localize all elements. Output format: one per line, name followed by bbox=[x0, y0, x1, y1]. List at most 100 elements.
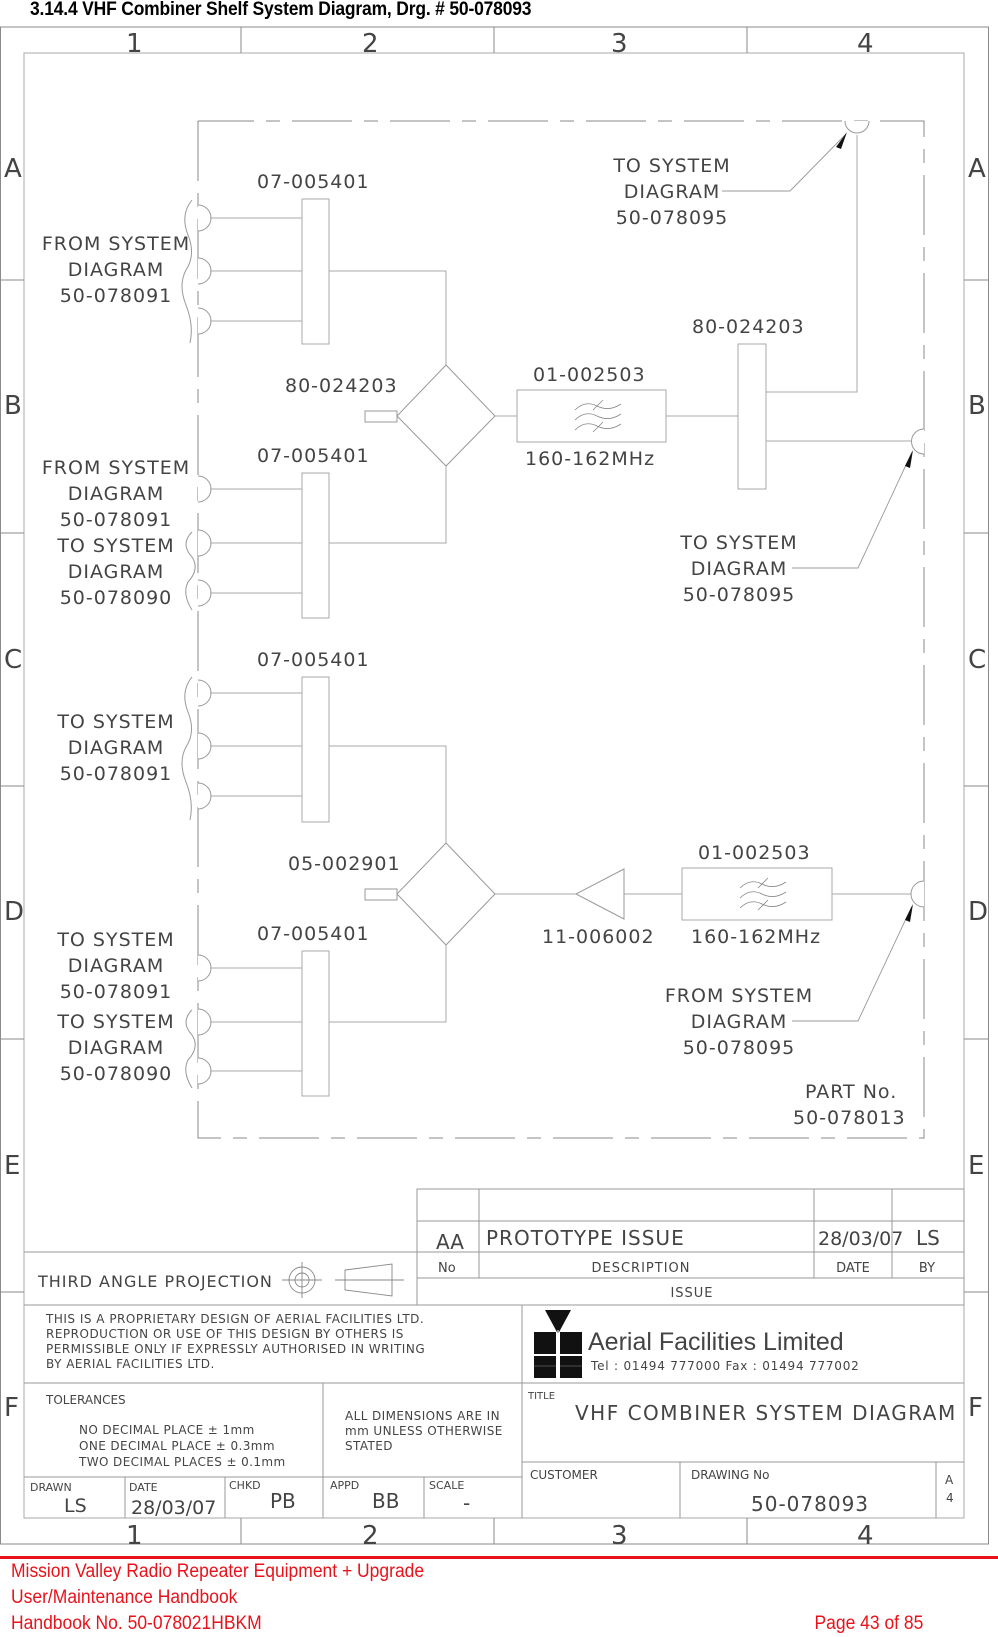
date-value: 28/03/07 bbox=[131, 1497, 216, 1519]
drawing-no-label: DRAWING No bbox=[691, 1468, 769, 1482]
tolerance-line: ONE DECIMAL PLACE ± 0.3mm bbox=[79, 1439, 275, 1453]
row-label: C bbox=[968, 645, 986, 675]
wire bbox=[329, 460, 447, 544]
row-label: C bbox=[4, 645, 22, 675]
input-connectors bbox=[197, 204, 212, 1085]
tolerance-line: TWO DECIMAL PLACES ± 0.1mm bbox=[78, 1455, 286, 1469]
hybrid-bottom-label: 05-002901 bbox=[288, 853, 401, 875]
brace-icon bbox=[185, 1009, 196, 1089]
splitter-label: 07-005401 bbox=[257, 445, 370, 467]
chkd-value: PB bbox=[270, 1489, 296, 1513]
drawing-inner-frame bbox=[23, 52, 965, 1519]
connector-icon bbox=[197, 679, 212, 707]
drawn-label: DRAWN bbox=[30, 1481, 72, 1494]
column-label: 1 bbox=[126, 29, 143, 59]
splitter-block bbox=[301, 198, 330, 345]
footer-rule bbox=[0, 1556, 998, 1559]
input-label-line: 50-078090 bbox=[60, 1063, 173, 1085]
brace-icon bbox=[181, 199, 193, 344]
scale-value: - bbox=[463, 1491, 470, 1515]
part-no-label: PART No. bbox=[805, 1081, 897, 1103]
input-label-line: 50-078091 bbox=[60, 763, 173, 785]
title-label: TITLE bbox=[527, 1391, 555, 1402]
third-angle-projection-icon bbox=[282, 1262, 404, 1298]
callout-middle-line: 50-078095 bbox=[683, 584, 796, 606]
callout-top-line: TO SYSTEM bbox=[612, 155, 730, 177]
row-label: E bbox=[4, 1151, 20, 1181]
connector-icon bbox=[197, 475, 212, 503]
callout-top-line: 50-078095 bbox=[616, 207, 729, 229]
termination-load-icon bbox=[364, 888, 398, 901]
date-label: DATE bbox=[129, 1481, 158, 1494]
tolerances-label: TOLERANCES bbox=[45, 1393, 126, 1407]
column-label: 4 bbox=[857, 29, 874, 59]
splitter-block bbox=[301, 472, 330, 619]
column-label: 4 bbox=[857, 1521, 874, 1551]
connector-icon bbox=[197, 732, 212, 760]
callout-leader bbox=[792, 451, 913, 569]
input-label-line: DIAGRAM bbox=[68, 955, 164, 977]
column-label: 3 bbox=[611, 29, 628, 59]
proprietary-notice-line: REPRODUCTION OR USE OF THIS DESIGN BY OT… bbox=[46, 1327, 404, 1341]
wire bbox=[329, 270, 447, 365]
row-label: D bbox=[4, 897, 24, 927]
company-name: Aerial Facilities Limited bbox=[588, 1328, 844, 1356]
row-label: B bbox=[968, 391, 986, 421]
filter-top-part-label: 01-002503 bbox=[533, 364, 646, 386]
bandpass-filter-top bbox=[516, 389, 667, 443]
amplifier-icon bbox=[574, 868, 625, 920]
input-label-line: DIAGRAM bbox=[68, 737, 164, 759]
termination-load-icon bbox=[364, 410, 398, 423]
splitter-label: 07-005401 bbox=[257, 171, 370, 193]
input-port-icon bbox=[910, 880, 925, 908]
column-label: 1 bbox=[126, 1521, 143, 1551]
splitter-block bbox=[301, 950, 330, 1097]
connector-icon bbox=[197, 307, 212, 335]
input-label-line: FROM SYSTEM bbox=[42, 457, 190, 479]
connector-icon bbox=[197, 204, 212, 232]
row-label: F bbox=[968, 1393, 983, 1423]
combiner-block-right bbox=[737, 343, 767, 490]
row-label: B bbox=[4, 391, 22, 421]
issue-no: AA bbox=[436, 1230, 464, 1254]
splitter-label: 07-005401 bbox=[257, 649, 370, 671]
page-number: Page 43 of 85 bbox=[814, 1613, 923, 1634]
drawing-title: VHF COMBINER SYSTEM DIAGRAM bbox=[575, 1401, 957, 1425]
customer-label: CUSTOMER bbox=[530, 1468, 598, 1482]
filter-bottom-band-label: 160-162MHz bbox=[691, 926, 821, 948]
appd-label: APPD bbox=[330, 1479, 359, 1492]
column-label: 2 bbox=[362, 29, 379, 59]
input-label-line: 50-078091 bbox=[60, 509, 173, 531]
issue-by: LS bbox=[916, 1226, 940, 1250]
callout-middle-line: DIAGRAM bbox=[691, 558, 787, 580]
dimensions-note-line: ALL DIMENSIONS ARE IN bbox=[345, 1409, 500, 1423]
hybrid-combiner-top bbox=[396, 364, 496, 467]
connector-icon bbox=[197, 782, 212, 810]
input-label-line: TO SYSTEM bbox=[56, 711, 174, 733]
company-contact: Tel : 01494 777000 Fax : 01494 777002 bbox=[590, 1359, 860, 1373]
wire bbox=[329, 745, 447, 843]
issue-header-description: DESCRIPTION bbox=[592, 1261, 691, 1276]
callout-leader bbox=[722, 133, 847, 192]
proprietary-notice-line: BY AERIAL FACILITIES LTD. bbox=[46, 1357, 215, 1371]
issue-description: PROTOTYPE ISSUE bbox=[486, 1226, 685, 1250]
connector-icon bbox=[197, 579, 212, 607]
footer-line-3: Handbook No. 50-078021HBKM bbox=[11, 1613, 262, 1634]
callout-bottom-line: 50-078095 bbox=[683, 1037, 796, 1059]
callout-bottom-line: FROM SYSTEM bbox=[665, 985, 813, 1007]
aerial-facilities-logo-icon bbox=[534, 1310, 582, 1378]
filter-top-band-label: 160-162MHz bbox=[525, 448, 655, 470]
issue-footer-label: ISSUE bbox=[670, 1286, 713, 1301]
connector-icon bbox=[197, 257, 212, 285]
input-label-line: 50-078091 bbox=[60, 285, 173, 307]
connector-icon bbox=[197, 529, 212, 557]
input-label-line: TO SYSTEM bbox=[56, 929, 174, 951]
drawing-no-value: 50-078093 bbox=[751, 1492, 869, 1516]
part-no-value: 50-078013 bbox=[793, 1107, 906, 1129]
arrowhead-icon bbox=[905, 904, 913, 922]
sheet-size-number: 4 bbox=[946, 1491, 954, 1505]
output-port-icon bbox=[844, 120, 870, 134]
row-label: A bbox=[968, 154, 986, 184]
appd-value: BB bbox=[372, 1489, 399, 1513]
row-label: D bbox=[968, 897, 988, 927]
